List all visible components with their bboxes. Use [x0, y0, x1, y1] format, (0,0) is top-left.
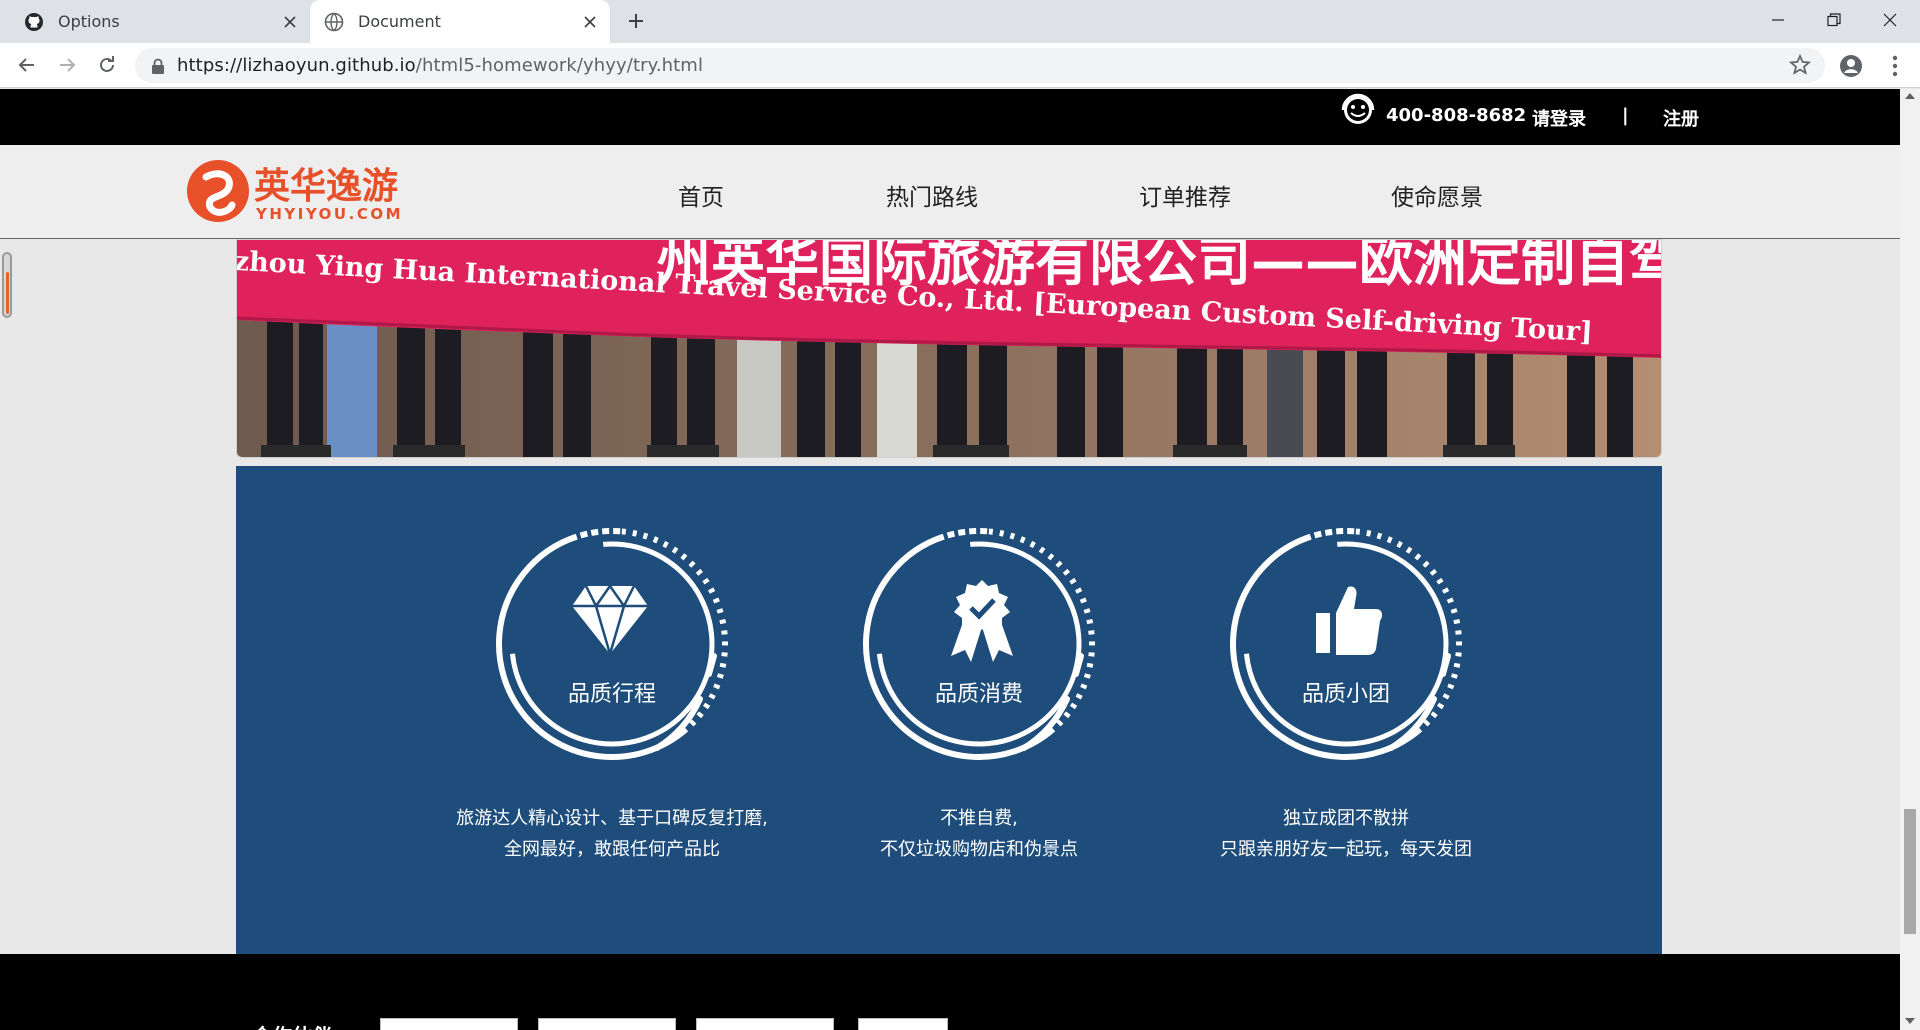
url-host: https://lizhaoyun.github.io	[177, 55, 416, 76]
feature-quality-consumption: 品质消费 不推自费, 不仅垃圾购物店和伪景点	[783, 466, 1163, 954]
page-scrollbar[interactable]	[1900, 89, 1920, 1030]
new-tab-button[interactable]	[622, 7, 650, 35]
banner-image: 州英华国际旅游有限公司——欧洲定制自驾游 zhou Ying Hua Inter…	[237, 240, 1661, 457]
feature-quality-small-group: 品质小团 独立成团不散拼 只跟亲朋好友一起玩，每天发团	[1150, 466, 1530, 954]
star-icon[interactable]	[1789, 54, 1811, 76]
scroll-up-icon[interactable]	[1905, 93, 1915, 99]
reload-button[interactable]	[92, 50, 122, 80]
lock-icon	[152, 58, 164, 74]
feature-desc-line1: 旅游达人精心设计、基于口碑反复打磨,	[456, 808, 768, 829]
close-icon[interactable]	[276, 8, 304, 36]
tab-title: Options	[58, 12, 120, 31]
feature-label: 品质消费	[934, 682, 1023, 707]
close-window-button[interactable]	[1862, 0, 1918, 40]
side-scroll-handle[interactable]	[2, 252, 12, 318]
scrollbar-thumb[interactable]	[1904, 809, 1916, 934]
more-menu-icon[interactable]	[1882, 53, 1908, 79]
browser-tab-bar: Options Document	[0, 0, 1920, 43]
top-info-bar: 400-808-8682 请登录 | 注册	[0, 89, 1900, 145]
plus-icon	[629, 14, 643, 28]
partner-logo[interactable]	[538, 1018, 676, 1030]
login-link[interactable]: 请登录	[1532, 105, 1586, 131]
logo-domain: YHYIYOU.COM	[255, 205, 403, 223]
hotline-phone: 400-808-8682	[1386, 105, 1527, 126]
scroll-down-icon[interactable]	[1905, 1018, 1915, 1024]
register-link[interactable]: 注册	[1663, 105, 1699, 131]
nav-item-order-recommend[interactable]: 订单推荐	[1139, 178, 1231, 212]
side-handle-bar	[6, 272, 9, 314]
feature-label: 品质小团	[1301, 682, 1390, 707]
page-viewport: 400-808-8682 请登录 | 注册 英华逸游 YHYIYOU.COM 首…	[0, 89, 1900, 1030]
feature-desc-line2: 不仅垃圾购物店和伪景点	[880, 839, 1078, 860]
award-ribbon-icon	[951, 580, 1013, 662]
nav-item-home[interactable]: 首页	[678, 178, 724, 212]
logo-name: 英华逸游	[254, 166, 398, 207]
feature-desc-line2: 只跟亲朋好友一起玩，每天发团	[1220, 839, 1472, 860]
feature-description: 不推自费, 不仅垃圾购物店和伪景点	[783, 803, 1175, 865]
banner-photo: 州英华国际旅游有限公司——欧洲定制自驾游 zhou Ying Hua Inter…	[236, 239, 1662, 458]
restore-button[interactable]	[1806, 0, 1862, 40]
url-path: /html5-homework/yhyy/try.html	[415, 55, 704, 76]
feature-desc-line2: 全网最好，敢跟任何产品比	[504, 839, 720, 860]
globe-icon	[324, 12, 344, 31]
feature-label: 品质行程	[567, 682, 656, 707]
arrow-right-icon	[60, 58, 76, 72]
nav-item-mission-vision[interactable]: 使命愿景	[1391, 178, 1483, 212]
address-bar[interactable]: https://lizhaoyun.github.io/html5-homewo…	[135, 48, 1825, 83]
feature-desc-line1: 独立成团不散拼	[1283, 808, 1409, 829]
nav-item-hot-routes[interactable]: 热门路线	[886, 178, 978, 212]
minimize-button[interactable]	[1750, 0, 1806, 40]
separator: |	[1622, 105, 1629, 126]
tab-title: Document	[358, 12, 441, 31]
github-icon	[25, 12, 43, 31]
partner-logo[interactable]	[380, 1018, 518, 1030]
customer-service-icon	[1341, 93, 1375, 124]
feature-description: 旅游达人精心设计、基于口碑反复打磨, 全网最好，敢跟任何产品比	[416, 803, 808, 865]
back-button[interactable]	[12, 50, 42, 80]
restore-icon	[1827, 13, 1841, 27]
close-icon	[1883, 13, 1897, 27]
feature-quality-itinerary: 品质行程 旅游达人精心设计、基于口碑反复打磨, 全网最好，敢跟任何产品比	[416, 466, 796, 954]
partner-logo[interactable]	[858, 1018, 948, 1030]
site-logo[interactable]: 英华逸游 YHYIYOU.COM	[186, 155, 416, 227]
partner-title: 合作伙伴	[252, 1020, 332, 1030]
url-text: https://lizhaoyun.github.io/html5-homewo…	[177, 55, 703, 76]
footer: 合作伙伴	[0, 954, 1900, 1030]
feature-desc-line1: 不推自费,	[940, 808, 1018, 829]
feature-description: 独立成团不散拼 只跟亲朋好友一起玩，每天发团	[1150, 803, 1542, 865]
minimize-icon	[1772, 19, 1784, 21]
tab-options[interactable]: Options	[10, 0, 310, 43]
tab-document[interactable]: Document	[310, 0, 610, 43]
diamond-icon	[572, 584, 648, 656]
partner-logo[interactable]	[696, 1018, 834, 1030]
forward-button[interactable]	[52, 50, 82, 80]
thumbs-up-icon	[1316, 586, 1383, 655]
features-section: 品质行程 旅游达人精心设计、基于口碑反复打磨, 全网最好，敢跟任何产品比 品质消…	[236, 466, 1662, 954]
close-icon[interactable]	[576, 8, 604, 36]
browser-toolbar: https://lizhaoyun.github.io/html5-homewo…	[0, 43, 1920, 88]
arrow-left-icon	[18, 58, 34, 72]
account-icon[interactable]	[1838, 53, 1864, 79]
reload-icon	[100, 56, 114, 72]
main-navigation: 英华逸游 YHYIYOU.COM 首页 热门路线 订单推荐 使命愿景	[0, 145, 1900, 239]
